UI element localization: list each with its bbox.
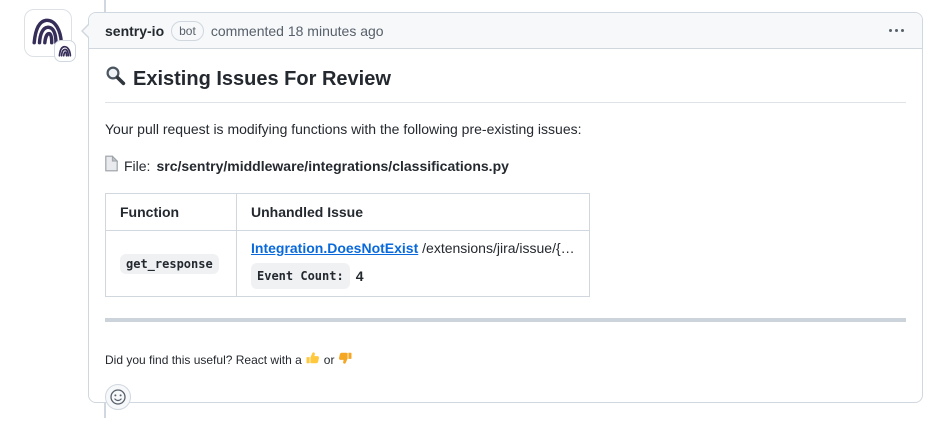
feedback-text-before: Did you find this useful? React with a — [105, 352, 302, 368]
intro-text: Your pull request is modifying functions… — [105, 119, 906, 139]
event-count-line: Event Count: 4 — [251, 263, 575, 289]
file-line: File: src/sentry/middleware/integrations… — [105, 155, 906, 177]
table-header-row: Function Unhandled Issue — [106, 194, 590, 231]
table-row: get_response Integration.DoesNotExist /e… — [106, 231, 590, 297]
comment-caret — [81, 23, 89, 39]
issue-cell: Integration.DoesNotExist /extensions/jir… — [237, 231, 590, 297]
function-code: get_response — [120, 254, 219, 274]
kebab-menu-button[interactable] — [887, 25, 906, 36]
file-path: src/sentry/middleware/integrations/class… — [156, 156, 508, 176]
author-link[interactable]: sentry-io — [105, 23, 164, 39]
sentry-logo-icon — [58, 45, 72, 57]
kebab-horizontal-icon — [889, 29, 904, 32]
comment-body: Existing Issues For Review Your pull req… — [89, 49, 922, 426]
smiley-icon — [110, 389, 126, 405]
search-icon — [105, 65, 126, 94]
feedback-text-or: or — [324, 352, 335, 368]
file-label: File: — [124, 156, 150, 176]
issue-link[interactable]: Integration.DoesNotExist — [251, 240, 418, 256]
comment-header: sentry-io bot commented 18 minutes ago — [89, 13, 922, 49]
avatar-app-badge — [54, 40, 76, 62]
issue-line: Integration.DoesNotExist /extensions/jir… — [251, 238, 575, 258]
thumbs-down-icon — [338, 351, 352, 369]
comment-card: sentry-io bot commented 18 minutes ago E… — [88, 12, 923, 403]
divider — [105, 318, 906, 322]
bot-avatar[interactable] — [24, 9, 72, 57]
function-cell: get_response — [106, 231, 237, 297]
comment-timestamp: commented 18 minutes ago — [211, 23, 384, 39]
feedback-prompt: Did you find this useful? React with a o… — [105, 351, 906, 369]
smiley-reaction-button[interactable] — [105, 384, 131, 410]
issues-heading-text: Existing Issues For Review — [133, 66, 391, 93]
event-count-value: 4 — [356, 266, 364, 286]
table-header-function: Function — [106, 194, 237, 231]
table-header-issue: Unhandled Issue — [237, 194, 590, 231]
thumbs-up-icon — [306, 351, 320, 369]
file-icon — [105, 155, 118, 177]
issues-table: Function Unhandled Issue get_response In… — [105, 193, 590, 297]
bot-badge: bot — [171, 21, 204, 41]
issue-path-text: /extensions/jira/issue/{… — [422, 240, 575, 256]
event-count-label: Event Count: — [251, 263, 350, 289]
issues-heading: Existing Issues For Review — [105, 65, 906, 103]
